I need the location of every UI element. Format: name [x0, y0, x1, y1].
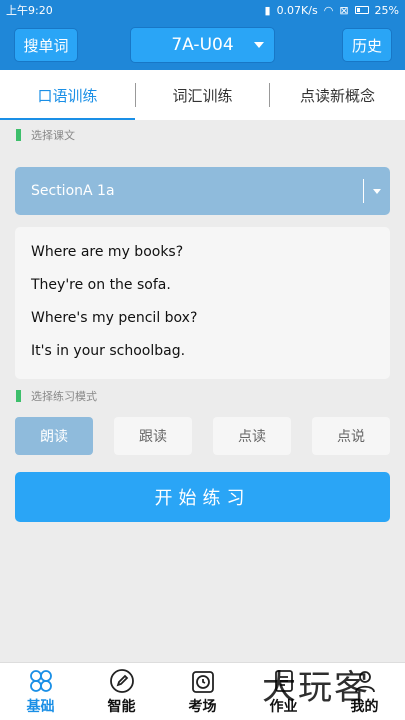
history-button[interactable]: 历史	[342, 28, 392, 62]
section-marker	[16, 390, 21, 402]
lesson-select[interactable]: SectionA 1a	[15, 167, 390, 215]
pencil-icon	[109, 668, 134, 693]
tab-bar: 口语训练 词汇训练 点读新概念	[0, 70, 405, 120]
chevron-down-icon	[254, 42, 264, 48]
nav-smart[interactable]: 智能	[81, 663, 162, 720]
nav-exam[interactable]: 考场	[162, 663, 243, 720]
tab-speaking[interactable]: 口语训练	[0, 70, 135, 120]
status-time: 上午9:20	[6, 4, 53, 17]
mode-read-aloud[interactable]: 朗读	[15, 417, 93, 455]
lesson-section-header: 选择课文	[0, 120, 405, 150]
tab-divider	[135, 83, 136, 107]
watermark-logo: 大玩客	[262, 668, 370, 708]
section-marker	[16, 129, 21, 141]
mode-follow-read[interactable]: 跟读	[114, 417, 192, 455]
mode-click-read[interactable]: 点读	[213, 417, 291, 455]
start-practice-button[interactable]: 开始练习	[15, 472, 390, 522]
lesson-section-title: 选择课文	[31, 129, 75, 142]
battery-icon	[354, 6, 369, 14]
unit-select-value: 7A-U04	[171, 35, 234, 55]
battery-level: 25%	[374, 3, 399, 17]
wifi-icon: ◠	[323, 3, 334, 17]
nav-label: 考场	[188, 698, 217, 715]
nav-basic[interactable]: 基础	[0, 663, 81, 720]
content-line: They're on the sofa.	[31, 277, 171, 293]
network-speed: 0.07K/s	[276, 3, 318, 17]
clock-icon	[191, 670, 214, 693]
content-line: It's in your schoolbag.	[31, 343, 186, 359]
lesson-select-value: SectionA 1a	[31, 183, 115, 199]
mode-section-header: 选择练习模式	[0, 381, 405, 411]
select-divider	[363, 179, 364, 203]
tab-new-concept[interactable]: 点读新概念	[270, 70, 405, 120]
tab-vocabulary[interactable]: 词汇训练	[135, 70, 270, 120]
sim-icon: ⊠	[339, 3, 349, 17]
mode-options: 朗读 跟读 点读 点说	[15, 417, 390, 455]
status-bar: 上午9:20 ▮ 0.07K/s ◠ ⊠ 25%	[0, 0, 405, 20]
mode-click-speak[interactable]: 点说	[312, 417, 390, 455]
content-line: Where are my books?	[31, 244, 184, 260]
mode-section-title: 选择练习模式	[31, 390, 97, 403]
app-header: 搜单词 7A-U04 历史	[0, 20, 405, 70]
signal-icon: ▮	[264, 3, 271, 17]
nav-label: 基础	[26, 698, 55, 715]
chevron-down-icon	[373, 189, 381, 194]
grid-icon	[29, 669, 52, 692]
search-word-button[interactable]: 搜单词	[14, 28, 78, 62]
nav-label: 智能	[107, 698, 136, 715]
tab-divider	[269, 83, 270, 107]
lesson-content: Where are my books? They're on the sofa.…	[15, 227, 390, 379]
status-right: ▮ 0.07K/s ◠ ⊠ 25%	[265, 4, 400, 17]
unit-select[interactable]: 7A-U04	[130, 27, 275, 63]
content-line: Where's my pencil box?	[31, 310, 198, 326]
